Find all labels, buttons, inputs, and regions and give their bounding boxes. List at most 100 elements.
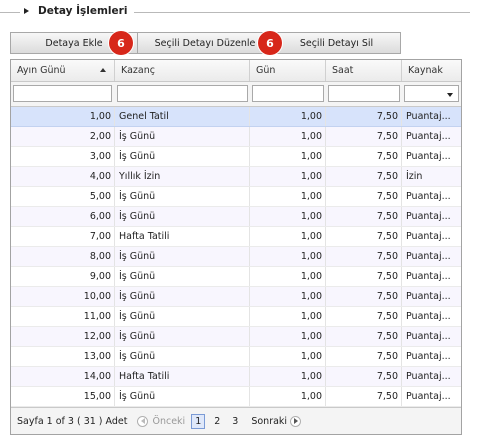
next-arrow-icon [290,415,302,427]
day-cell: 5,00 [11,187,115,206]
pager: Sayfa 1 of 3 ( 31 ) Adet Önceki 1 2 3 So… [11,407,461,434]
hours-cell: 7,50 [326,147,402,166]
source-cell: Puantaj... [406,371,451,382]
days-filter-input[interactable] [252,85,324,102]
column-header-day[interactable]: Ayın Günü [11,60,115,81]
next-page-button[interactable]: Sonraki [251,415,302,427]
earning-cell: Genel Tatil [115,107,250,126]
day-cell: 10,00 [11,287,115,306]
table-row[interactable]: 3,00 İş Günü 1,00 7,50 Puantaj... [11,147,461,167]
delete-detail-button[interactable]: Seçili Detayı Sil [273,32,401,54]
days-cell: 1,00 [250,307,326,326]
earning-cell: Yıllık İzin [115,167,250,186]
source-cell: Puantaj... [406,231,451,242]
day-cell: 3,00 [11,147,115,166]
page-link-1[interactable]: 1 [191,413,206,429]
hours-cell: 7,50 [326,387,402,406]
section-title: Detay İşlemleri [38,5,128,17]
day-cell: 6,00 [11,207,115,226]
days-cell: 1,00 [250,107,326,126]
grid-header: Ayın Günü Kazanç Gün Saat Kaynak [11,60,461,82]
table-row[interactable]: 10,00 İş Günü 1,00 7,50 Puantaj... [11,287,461,307]
day-cell: 8,00 [11,247,115,266]
hours-cell: 7,50 [326,267,402,286]
table-row[interactable]: 14,00 Hafta Tatili 1,00 7,50 Puantaj... [11,367,461,387]
day-cell: 14,00 [11,367,115,386]
source-cell: Puantaj... [406,151,451,162]
day-cell: 2,00 [11,127,115,146]
table-row[interactable]: 7,00 Hafta Tatili 1,00 7,50 Puantaj... [11,227,461,247]
earning-cell: İş Günü [115,307,250,326]
caret-right-icon [24,8,29,14]
source-filter-select[interactable] [404,85,459,102]
table-row[interactable]: 8,00 İş Günü 1,00 7,50 Puantaj... [11,247,461,267]
table-row[interactable]: 12,00 İş Günü 1,00 7,50 Puantaj... [11,327,461,347]
hours-cell: 7,50 [326,127,402,146]
table-row[interactable]: 6,00 İş Günü 1,00 7,50 Puantaj... [11,207,461,227]
column-header-label: Ayın Günü [17,65,66,76]
source-cell: Puantaj... [406,131,451,142]
hours-cell: 7,50 [326,347,402,366]
day-cell: 1,00 [11,107,115,126]
page-info: Sayfa 1 of 3 ( 31 ) Adet [17,415,128,427]
day-filter-input[interactable] [13,85,112,102]
days-cell: 1,00 [250,187,326,206]
days-cell: 1,00 [250,367,326,386]
edit-detail-button[interactable]: Seçili Detayı Düzenle [138,32,273,54]
source-cell: Puantaj... [406,111,451,122]
hours-filter-input[interactable] [328,85,400,102]
day-cell: 7,00 [11,227,115,246]
page-link-3[interactable]: 3 [229,415,241,428]
table-row[interactable]: 2,00 İş Günü 1,00 7,50 Puantaj... [11,127,461,147]
day-cell: 9,00 [11,267,115,286]
source-cell: Puantaj... [406,311,451,322]
filter-row [11,82,461,107]
earning-cell: Hafta Tatili [115,367,250,386]
table-row[interactable]: 1,00 Genel Tatil 1,00 7,50 Puantaj... [11,107,461,127]
days-cell: 1,00 [250,327,326,346]
earning-filter-input[interactable] [117,85,248,102]
column-header-earning[interactable]: Kazanç [115,60,250,81]
day-cell: 13,00 [11,347,115,366]
add-detail-label: Detaya Ekle [45,37,103,49]
days-cell: 1,00 [250,147,326,166]
delete-detail-label: Seçili Detayı Sil [299,37,374,49]
prev-arrow-icon [137,415,149,427]
days-cell: 1,00 [250,387,326,406]
earning-cell: İş Günü [115,327,250,346]
table-row[interactable]: 11,00 İş Günü 1,00 7,50 Puantaj... [11,307,461,327]
chevron-down-icon [447,93,453,97]
page-link-2[interactable]: 2 [211,415,223,428]
table-row[interactable]: 4,00 Yıllık İzin 1,00 7,50 İzin [11,167,461,187]
table-row[interactable]: 15,00 İş Günü 1,00 7,50 Puantaj... [11,387,461,407]
column-header-label: Saat [332,65,354,76]
hours-cell: 7,50 [326,187,402,206]
prev-page-button[interactable]: Önceki [137,415,186,427]
table-row[interactable]: 5,00 İş Günü 1,00 7,50 Puantaj... [11,187,461,207]
column-header-hours[interactable]: Saat [326,60,402,81]
source-cell: Puantaj... [406,351,451,362]
toolbar: Detaya Ekle Seçili Detayı Düzenle Seçili… [10,32,401,54]
sort-ascending-icon [100,68,106,72]
hours-cell: 7,50 [326,207,402,226]
days-cell: 1,00 [250,167,326,186]
count-badge: 6 [258,31,282,55]
earning-cell: Hafta Tatili [115,227,250,246]
column-header-source[interactable]: Kaynak [402,60,461,81]
days-cell: 1,00 [250,227,326,246]
column-header-days[interactable]: Gün [250,60,326,81]
source-cell: Puantaj... [406,251,451,262]
source-cell: Puantaj... [406,211,451,222]
earning-cell: İş Günü [115,187,250,206]
earning-cell: İş Günü [115,267,250,286]
hours-cell: 7,50 [326,367,402,386]
prev-page-label: Önceki [152,415,186,427]
grid-body: 1,00 Genel Tatil 1,00 7,50 Puantaj... 2,00 İş … [11,107,461,407]
table-row[interactable]: 9,00 İş Günü 1,00 7,50 Puantaj... [11,267,461,287]
days-cell: 1,00 [250,347,326,366]
table-row[interactable]: 13,00 İş Günü 1,00 7,50 Puantaj... [11,347,461,367]
hours-cell: 7,50 [326,287,402,306]
hours-cell: 7,50 [326,307,402,326]
earning-cell: İş Günü [115,287,250,306]
day-cell: 4,00 [11,167,115,186]
